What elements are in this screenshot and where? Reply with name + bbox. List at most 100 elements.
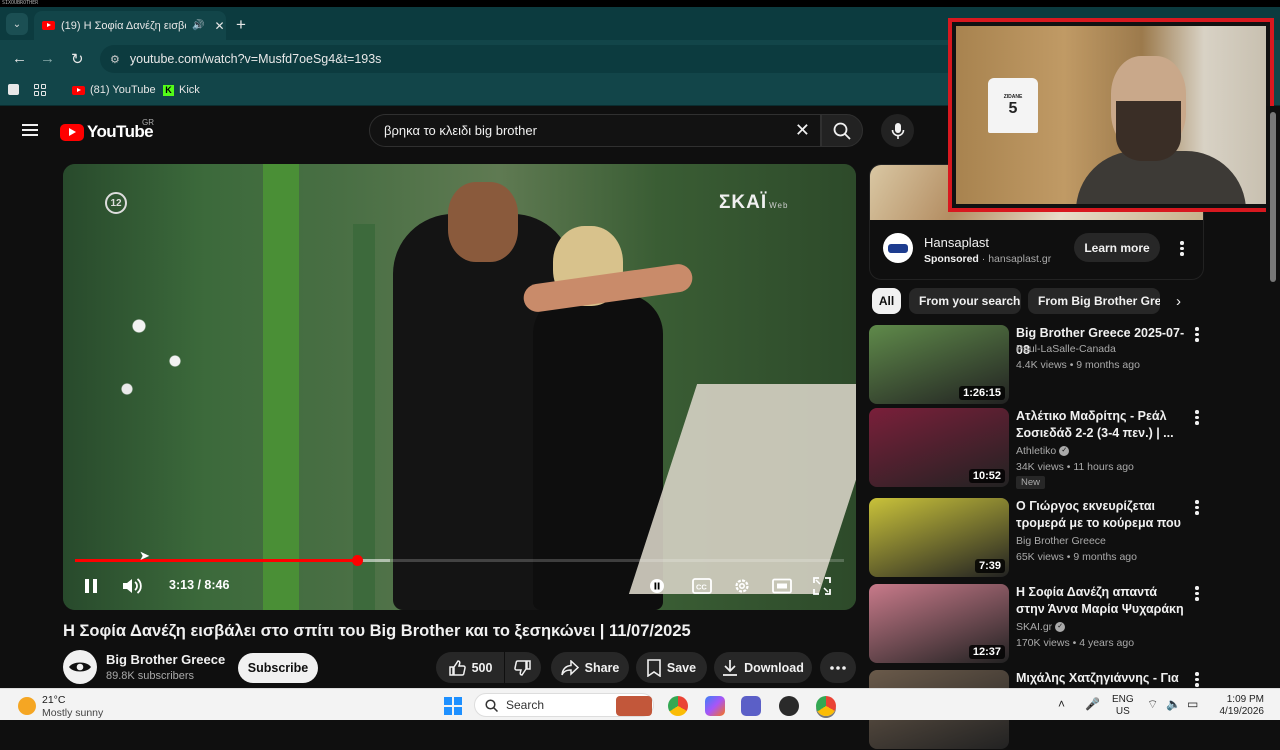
recommendation-title[interactable]: Ο Γιώργος εκνευρίζεται τρομερά με το κού… bbox=[1016, 498, 1188, 532]
teams-icon[interactable] bbox=[741, 696, 761, 716]
microphone-tray-icon[interactable]: 🎤 bbox=[1085, 697, 1100, 711]
system-clock[interactable]: 1:09 PM 4/19/2026 bbox=[1216, 694, 1265, 718]
more-options-icon[interactable] bbox=[1195, 672, 1199, 687]
more-options-icon[interactable] bbox=[1195, 500, 1199, 515]
recommendation-title[interactable]: Ατλέτικο Μαδρίτης - Ρεάλ Σοσιεδάδ 2-2 (3… bbox=[1016, 408, 1188, 442]
more-actions-button[interactable] bbox=[820, 652, 856, 683]
settings-button[interactable] bbox=[729, 574, 755, 598]
chip-all[interactable]: All bbox=[872, 288, 901, 314]
clear-search-icon[interactable]: ✕ bbox=[795, 120, 810, 141]
ad-sponsored-label: Sponsored bbox=[924, 253, 979, 265]
search-highlight-icon[interactable] bbox=[616, 696, 652, 716]
menu-hamburger-icon[interactable] bbox=[22, 124, 38, 136]
theater-mode-button[interactable] bbox=[769, 574, 795, 598]
chip-from-your-search[interactable]: From your search bbox=[909, 288, 1021, 314]
weather-description[interactable]: Mostly sunny bbox=[42, 707, 103, 719]
copilot-icon[interactable] bbox=[705, 696, 725, 716]
fullscreen-button[interactable] bbox=[809, 574, 835, 598]
fullscreen-icon bbox=[813, 577, 831, 595]
streamer bbox=[1076, 56, 1246, 204]
apps-button[interactable] bbox=[34, 84, 46, 96]
more-options-icon[interactable] bbox=[1195, 327, 1199, 342]
progress-bar[interactable] bbox=[75, 555, 844, 566]
recommendation-channel[interactable]: SKAI.gr ✓ bbox=[1016, 621, 1066, 633]
subscribe-button[interactable]: Subscribe bbox=[238, 653, 318, 683]
speaker-tray-icon[interactable]: 🔈 bbox=[1166, 697, 1181, 711]
language-code: ENG bbox=[1112, 694, 1134, 705]
recommendation-item[interactable]: 7:39 Ο Γιώργος εκνευρίζεται τρομερά με το… bbox=[869, 498, 1204, 578]
forward-arrow-icon[interactable]: → bbox=[40, 50, 55, 67]
search-button[interactable] bbox=[821, 114, 863, 147]
chip-from-channel[interactable]: From Big Brother Greece bbox=[1028, 288, 1160, 314]
apps-grid-icon bbox=[34, 84, 46, 96]
volume-button[interactable] bbox=[121, 574, 145, 598]
svg-text:CC: CC bbox=[696, 583, 707, 592]
battery-icon[interactable]: ▭ bbox=[1187, 697, 1198, 711]
recommendation-meta: 170K views • 4 years ago bbox=[1016, 637, 1135, 649]
voice-search-button[interactable] bbox=[881, 114, 914, 147]
download-button[interactable]: Download bbox=[714, 652, 812, 683]
recommendation-channel[interactable]: Paul-LaSalle-Canada bbox=[1016, 343, 1116, 355]
page-scrollbar-thumb[interactable] bbox=[1270, 112, 1276, 282]
wifi-icon[interactable]: ⌔ bbox=[1147, 697, 1158, 712]
video-thumbnail[interactable]: 12:37 bbox=[869, 584, 1009, 663]
recommendation-item[interactable]: 12:37 Η Σοφία Δανέζη απαντά στην Άννα Μαρ… bbox=[869, 584, 1204, 664]
more-options-icon[interactable] bbox=[1195, 586, 1199, 601]
ad-more-options-icon[interactable] bbox=[1180, 241, 1184, 256]
autoplay-toggle[interactable] bbox=[645, 574, 669, 598]
video-duration: 12:37 bbox=[968, 645, 1005, 659]
recommendation-title[interactable]: Μιχάλης Χατζηγιάννης - Για bbox=[1016, 670, 1188, 687]
site-info-icon[interactable]: ⚙ bbox=[110, 53, 120, 66]
chrome-active-icon[interactable] bbox=[816, 696, 836, 716]
windows-start-icon[interactable] bbox=[444, 697, 462, 715]
close-tab-icon[interactable]: ✕ bbox=[214, 19, 224, 33]
back-arrow-icon[interactable]: ← bbox=[12, 50, 27, 67]
channel-avatar[interactable] bbox=[63, 650, 97, 684]
video-player[interactable]: 12 ΣΚΑΪ Web ➤ 3:13 / 8:46 CC bbox=[63, 164, 856, 610]
chevron-up-icon[interactable]: ˄ bbox=[1058, 697, 1065, 711]
like-button[interactable]: 500 bbox=[436, 652, 504, 683]
recommendation-channel[interactable]: Athletiko ✓ bbox=[1016, 445, 1070, 457]
share-label: Share bbox=[584, 660, 620, 675]
video-thumbnail[interactable]: 10:52 bbox=[869, 408, 1009, 487]
reload-icon[interactable]: ↻ bbox=[71, 50, 84, 68]
video-thumbnail[interactable]: 1:26:15 bbox=[869, 325, 1009, 404]
framed-jersey: ZIDANE 5 bbox=[988, 78, 1038, 133]
recommendation-title[interactable]: Η Σοφία Δανέζη απαντά στην Άννα Μαρία Ψυ… bbox=[1016, 584, 1188, 618]
bookmark-blank[interactable] bbox=[8, 84, 19, 95]
tab-search-button[interactable]: ⌄ bbox=[6, 13, 28, 35]
more-options-icon[interactable] bbox=[1195, 410, 1199, 425]
pause-button[interactable] bbox=[81, 574, 101, 598]
recommendation-item[interactable]: 1:26:15 Big Brother Greece 2025-07-08 Paul… bbox=[869, 325, 1204, 405]
language-indicator[interactable]: ENG US bbox=[1112, 694, 1134, 718]
search-input[interactable]: βρηκα το κλειδι big brother ✕ bbox=[369, 114, 821, 147]
learn-more-button[interactable]: Learn more bbox=[1074, 233, 1160, 262]
eye-logo-icon bbox=[69, 662, 91, 672]
obs-icon[interactable] bbox=[779, 696, 799, 716]
time-display: 3:13 / 8:46 bbox=[169, 578, 230, 592]
new-tab-icon[interactable]: + bbox=[236, 15, 246, 35]
address-bar[interactable]: ⚙ youtube.com/watch?v=Musfd7oeSg4&t=193s bbox=[100, 45, 960, 73]
weather-sun-icon[interactable] bbox=[18, 697, 36, 715]
share-button[interactable]: Share bbox=[551, 652, 629, 683]
save-button[interactable]: Save bbox=[636, 652, 707, 683]
chrome-icon[interactable] bbox=[668, 696, 688, 716]
chevron-right-icon[interactable]: › bbox=[1176, 293, 1181, 310]
channel-name[interactable]: Big Brother Greece bbox=[106, 652, 225, 667]
video-thumbnail[interactable]: 7:39 bbox=[869, 498, 1009, 577]
weather-temperature[interactable]: 21°C bbox=[42, 694, 65, 706]
recommendation-channel[interactable]: Big Brother Greece bbox=[1016, 535, 1106, 547]
recommendation-item[interactable]: 10:52 Ατλέτικο Μαδρίτης - Ρεάλ Σοσιεδάδ 2… bbox=[869, 408, 1204, 489]
share-icon bbox=[560, 659, 579, 676]
speaker-icon[interactable]: 🔊 bbox=[192, 20, 204, 31]
youtube-logo[interactable]: YouTube GR bbox=[60, 118, 154, 142]
brand-strip: SIXOUBROTHER bbox=[0, 0, 1280, 7]
captions-button[interactable]: CC bbox=[689, 574, 715, 598]
brand-strip-text: SIXOUBROTHER bbox=[2, 0, 39, 6]
dislike-button[interactable] bbox=[505, 652, 541, 683]
bookmark-youtube[interactable]: (81) YouTube bbox=[72, 84, 156, 96]
browser-tab-youtube[interactable]: (19) Η Σοφία Δανέζη εισβάλ 🔊 ✕ bbox=[34, 11, 226, 40]
bookmark-kick[interactable]: K Kick bbox=[163, 84, 200, 96]
new-badge: New bbox=[1016, 476, 1046, 489]
ad-sponsored-line: Sponsored · hansaplast.gr bbox=[924, 253, 1052, 265]
